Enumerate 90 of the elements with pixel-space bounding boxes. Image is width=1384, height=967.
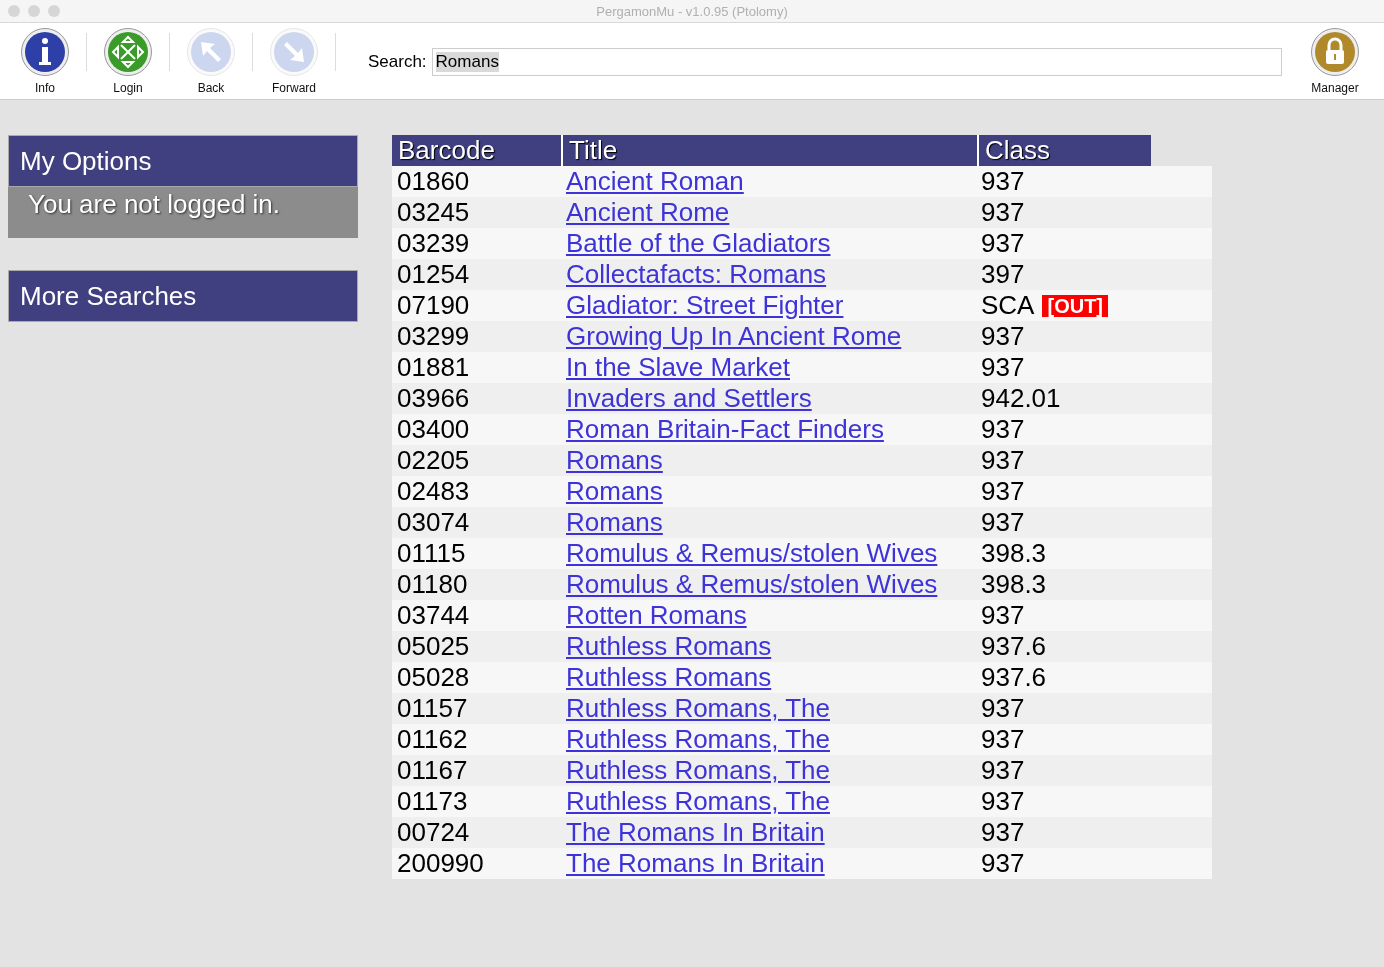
class-cell: 937 xyxy=(981,724,1025,755)
class-cell: 397 xyxy=(981,259,1025,290)
title-link[interactable]: Romulus & Remus/stolen Wives xyxy=(566,538,938,568)
toolbar-button[interactable]: Login xyxy=(99,27,157,95)
arrow-down-right-icon xyxy=(269,27,319,77)
title-link[interactable]: Invaders and Settlers xyxy=(566,383,812,413)
window-control-icon[interactable] xyxy=(8,5,20,17)
title-link[interactable]: The Romans In Britain xyxy=(566,817,825,847)
title-link[interactable]: The Romans In Britain xyxy=(566,848,825,878)
title-link[interactable]: Romans xyxy=(566,476,663,506)
title-link[interactable]: Romulus & Remus/stolen Wives xyxy=(566,569,938,599)
barcode-cell: 02205 xyxy=(397,445,470,475)
barcode-cell: 03744 xyxy=(397,600,470,630)
title-link[interactable]: Collectafacts: Romans xyxy=(566,259,827,289)
barcode-cell: 200990 xyxy=(397,848,484,878)
class-cell: 937 xyxy=(981,476,1025,507)
class-cell: 937 xyxy=(981,197,1025,228)
class-cell: 937.6 xyxy=(981,631,1047,662)
class-cell: 937 xyxy=(981,507,1025,538)
title-link[interactable]: In the Slave Market xyxy=(566,352,790,382)
class-cell: 937 xyxy=(981,166,1025,197)
barcode-cell: 01167 xyxy=(397,755,468,785)
barcode-cell: 01162 xyxy=(397,724,468,754)
title-link[interactable]: Ruthless Romans xyxy=(566,662,772,692)
class-cell: 937 xyxy=(981,321,1025,352)
barcode-cell: 05028 xyxy=(397,662,470,692)
title-link[interactable]: Ancient Roman xyxy=(566,166,744,196)
barcode-cell: 03239 xyxy=(397,228,470,258)
barcode-cell: 03966 xyxy=(397,383,470,413)
login-status-message: You are not logged in. xyxy=(8,187,358,238)
arrow-up-left-icon xyxy=(186,27,236,77)
barcode-cell: 01860 xyxy=(397,166,470,196)
barcode-cell: 03299 xyxy=(397,321,470,351)
column-header[interactable]: Class xyxy=(979,135,1151,166)
barcode-cell: 01173 xyxy=(397,786,468,816)
class-cell: 937 xyxy=(981,600,1025,631)
barcode-cell: 01115 xyxy=(397,538,466,568)
barcode-cell: 03245 xyxy=(397,197,470,227)
class-cell: 937 xyxy=(981,352,1025,383)
title-link[interactable]: Ruthless Romans, The xyxy=(566,755,830,785)
title-link[interactable]: Ancient Rome xyxy=(566,197,730,227)
title-link[interactable]: Ruthless Romans, The xyxy=(566,786,830,816)
title-link[interactable]: Growing Up In Ancient Rome xyxy=(566,321,902,351)
barcode-cell: 01881 xyxy=(397,352,470,382)
class-cell: 937 xyxy=(981,755,1025,786)
barcode-cell: 02483 xyxy=(397,476,470,506)
barcode-cell: 03074 xyxy=(397,507,470,537)
manager-button[interactable]: Manager xyxy=(1306,27,1364,95)
barcode-cell: 01157 xyxy=(397,693,468,723)
class-cell: 937 xyxy=(981,693,1025,724)
lock-icon xyxy=(1310,27,1360,77)
title-link[interactable]: Ruthless Romans xyxy=(566,631,772,661)
info-icon xyxy=(20,27,70,77)
barcode-cell: 01254 xyxy=(397,259,470,289)
title-link[interactable]: Battle of the Gladiators xyxy=(566,228,831,258)
title-link[interactable]: Gladiator: Street Fighter xyxy=(566,290,844,320)
title-link[interactable]: Ruthless Romans, The xyxy=(566,693,830,723)
window-control-icon[interactable] xyxy=(28,5,40,17)
title-link[interactable]: Rotten Romans xyxy=(566,600,747,630)
search-field[interactable]: Romans xyxy=(431,48,1282,76)
class-cell: 937 xyxy=(981,445,1025,476)
status-badge: [OUT] xyxy=(1042,294,1108,317)
class-cell: 942.01 xyxy=(981,383,1061,414)
window-control-icon[interactable] xyxy=(48,5,60,17)
search-label: Search: xyxy=(368,52,427,72)
panel-header[interactable]: My Options xyxy=(8,135,358,187)
class-cell: 398.3 xyxy=(981,569,1047,600)
class-cell: 937 xyxy=(981,414,1025,445)
class-cell: 937 xyxy=(981,228,1025,259)
title-link[interactable]: Ruthless Romans, The xyxy=(566,724,830,754)
title-link[interactable]: Romans xyxy=(566,507,663,537)
class-cell: 937 xyxy=(981,786,1025,817)
barcode-cell: 01180 xyxy=(397,569,468,599)
panel-header[interactable]: More Searches xyxy=(8,270,358,322)
title-link[interactable]: Roman Britain-Fact Finders xyxy=(566,414,884,444)
class-cell: SCA xyxy=(981,290,1035,321)
barcode-cell: 00724 xyxy=(397,817,470,847)
class-cell: 937.6 xyxy=(981,662,1047,693)
title-link[interactable]: Romans xyxy=(566,445,663,475)
toolbar-button[interactable]: Info xyxy=(16,27,74,95)
class-cell: 398.3 xyxy=(981,538,1047,569)
barcode-cell: 07190 xyxy=(397,290,470,320)
column-header[interactable]: Title xyxy=(563,135,979,166)
column-header[interactable]: Barcode xyxy=(392,135,563,166)
class-cell: 937 xyxy=(981,817,1025,848)
barcode-cell: 05025 xyxy=(397,631,470,661)
class-cell: 937 xyxy=(981,848,1025,879)
arrows-icon xyxy=(103,27,153,77)
barcode-cell: 03400 xyxy=(397,414,470,444)
window-title: PergamonMu - v1.0.95 (Ptolomy) xyxy=(596,3,788,19)
